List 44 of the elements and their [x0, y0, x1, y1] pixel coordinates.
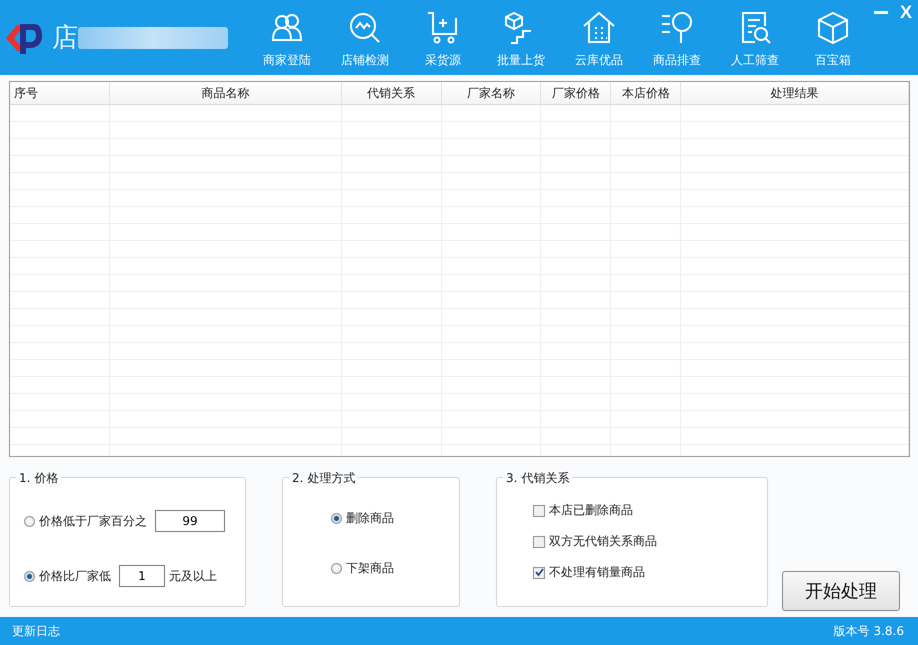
- update-log-link[interactable]: 更新日志: [12, 622, 60, 640]
- checkbox[interactable]: [533, 504, 545, 516]
- box-icon: [815, 10, 851, 46]
- group-title: 3. 代销关系: [503, 470, 572, 487]
- group-title: 1. 价格: [16, 470, 62, 487]
- radio-button[interactable]: [331, 513, 342, 524]
- toolbar-button[interactable]: 采货源: [404, 0, 482, 75]
- column-header: 厂家名称: [442, 82, 542, 104]
- column-header: 商品名称: [110, 82, 342, 104]
- radio-button[interactable]: [24, 516, 35, 526]
- group-title: 2. 处理方式: [289, 470, 358, 487]
- start-button[interactable]: 开始处理: [782, 571, 900, 611]
- toolbar-button[interactable]: 云库优品: [560, 0, 638, 75]
- find-icon: [659, 10, 695, 46]
- input-field[interactable]: 1: [119, 565, 165, 587]
- option-label: 下架商品: [346, 560, 394, 577]
- radio-button[interactable]: [331, 563, 342, 574]
- toolbar-button[interactable]: 商家登陆: [248, 0, 326, 75]
- checkbox[interactable]: [533, 566, 545, 578]
- column-header: 处理结果: [681, 82, 909, 104]
- input-field[interactable]: 99: [155, 510, 225, 532]
- column-header: 代销关系: [342, 82, 442, 104]
- radio-button[interactable]: [24, 570, 35, 582]
- option-label: 删除商品: [346, 510, 394, 527]
- house-icon: [581, 10, 617, 46]
- option-label: 双方无代销关系商品: [549, 533, 657, 550]
- toolbar-button[interactable]: 批量上货: [482, 0, 560, 75]
- column-header: 厂家价格: [541, 82, 612, 104]
- option-label: 本店已删除商品: [549, 502, 633, 519]
- toolbar-button[interactable]: 店铺检测: [326, 0, 404, 75]
- toolbar-button[interactable]: 百宝箱: [794, 0, 872, 75]
- minimize-icon[interactable]: [874, 10, 888, 14]
- checkbox[interactable]: [533, 536, 545, 548]
- option-label: 价格比厂家低: [39, 568, 111, 584]
- toolbar-button[interactable]: 商品排查: [638, 0, 716, 75]
- column-header: 序号: [10, 82, 110, 104]
- toolbar-button[interactable]: 人工筛查: [716, 0, 794, 75]
- app-title: 店: [52, 22, 78, 55]
- close-button[interactable]: X: [900, 2, 912, 23]
- option-label: 不处理有销量商品: [549, 564, 645, 581]
- option-label: 价格低于厂家百分之: [39, 512, 147, 530]
- column-header: 本店价格: [611, 82, 682, 104]
- version-label: 版本号 3.8.6: [834, 622, 904, 640]
- unit-label: 元及以上: [169, 568, 217, 584]
